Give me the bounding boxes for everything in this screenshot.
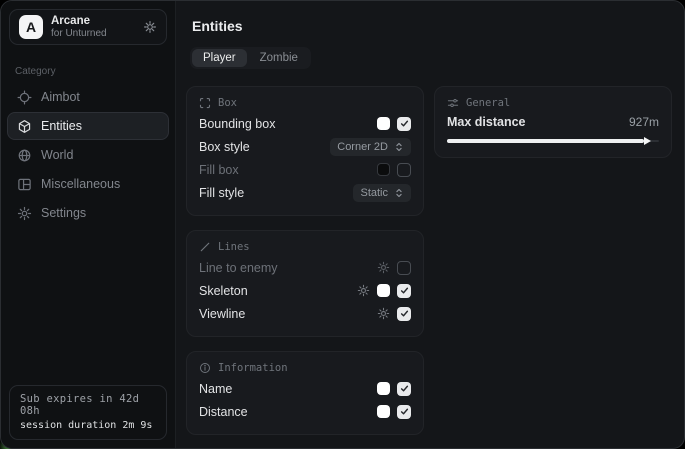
sidebar-item-label: Miscellaneous	[41, 177, 120, 191]
sliders-icon	[447, 97, 459, 109]
information-panel: Information Name Dis	[186, 351, 424, 435]
name-checkbox[interactable]	[397, 382, 411, 396]
left-column: Box Bounding box Box	[186, 86, 424, 435]
main-content: Entities Player Zombie	[176, 1, 684, 448]
unfold-icon	[394, 142, 404, 152]
fill-box-color-swatch[interactable]	[377, 163, 390, 176]
globe-icon	[17, 148, 32, 163]
bounding-box-label: Bounding box	[199, 117, 377, 131]
max-distance-slider[interactable]	[447, 136, 659, 146]
app-subtitle: for Unturned	[51, 28, 107, 41]
skeleton-color-swatch[interactable]	[377, 284, 390, 297]
skeleton-checkbox[interactable]	[397, 284, 411, 298]
bounding-box-color-swatch[interactable]	[377, 117, 390, 130]
box-style-label: Box style	[199, 140, 330, 154]
distance-color-swatch[interactable]	[377, 405, 390, 418]
line-to-enemy-settings-icon[interactable]	[377, 261, 390, 274]
max-distance-row: Max distance 927m	[447, 115, 659, 129]
header-gear-icon[interactable]	[143, 20, 157, 34]
diagonal-line-icon	[199, 241, 211, 253]
settings-columns: Box Bounding box Box	[186, 86, 672, 435]
distance-label: Distance	[199, 405, 377, 419]
general-panel-header: General	[447, 97, 659, 109]
entity-tabs: Player Zombie	[190, 47, 311, 69]
app-header-card: A Arcane for Unturned	[9, 9, 167, 45]
tab-zombie[interactable]: Zombie	[249, 49, 309, 67]
box-style-value: Corner 2D	[337, 141, 388, 153]
viewline-checkbox[interactable]	[397, 307, 411, 321]
fill-box-checkbox[interactable]	[397, 163, 411, 177]
lines-panel-header: Lines	[199, 241, 411, 253]
line-to-enemy-checkbox[interactable]	[397, 261, 411, 275]
name-row: Name	[199, 377, 411, 400]
distance-row: Distance	[199, 400, 411, 423]
fill-box-label: Fill box	[199, 163, 377, 177]
fill-box-row: Fill box	[199, 158, 411, 181]
skeleton-row: Skeleton	[199, 279, 411, 302]
tab-player[interactable]: Player	[192, 49, 247, 67]
app-title: Arcane	[51, 14, 107, 28]
crosshair-icon	[17, 90, 32, 105]
lines-panel: Lines Line to enemy	[186, 230, 424, 337]
sidebar-item-settings[interactable]: Settings	[7, 199, 169, 227]
viewline-row: Viewline	[199, 302, 411, 325]
slider-fill	[447, 139, 644, 143]
max-distance-value: 927m	[629, 115, 659, 129]
skeleton-label: Skeleton	[199, 284, 357, 298]
sidebar-item-miscellaneous[interactable]: Miscellaneous	[7, 170, 169, 198]
category-label: Category	[15, 66, 161, 77]
information-panel-header: Information	[199, 362, 411, 374]
sidebar-item-entities[interactable]: Entities	[7, 112, 169, 140]
sidebar-item-aimbot[interactable]: Aimbot	[7, 83, 169, 111]
information-panel-title: Information	[218, 362, 288, 374]
bounding-box-row: Bounding box	[199, 112, 411, 135]
name-color-swatch[interactable]	[377, 382, 390, 395]
sidebar-item-label: World	[41, 148, 73, 162]
fill-style-label: Fill style	[199, 186, 353, 200]
lines-panel-title: Lines	[218, 241, 250, 253]
grid-icon	[17, 177, 32, 192]
viewline-settings-icon[interactable]	[377, 307, 390, 320]
app-window: A Arcane for Unturned Category	[0, 0, 685, 449]
general-panel: General Max distance 927m	[434, 86, 672, 158]
app-logo: A	[19, 15, 43, 39]
bounding-box-checkbox[interactable]	[397, 117, 411, 131]
subscription-status-card: Sub expires in 42d 08h session duration …	[9, 385, 167, 440]
slider-thumb[interactable]	[644, 137, 651, 145]
unfold-icon	[394, 188, 404, 198]
box-panel: Box Bounding box Box	[186, 86, 424, 216]
sub-expires-text: Sub expires in 42d 08h	[20, 393, 156, 417]
skeleton-settings-icon[interactable]	[357, 284, 370, 297]
cube-icon	[17, 119, 32, 134]
box-corners-icon	[199, 97, 211, 109]
sidebar-item-label: Aimbot	[41, 90, 80, 104]
sidebar-nav: Aimbot Entities	[1, 83, 175, 227]
line-to-enemy-label: Line to enemy	[199, 261, 377, 275]
desktop: A Arcane for Unturned Category	[0, 0, 685, 449]
sidebar-item-label: Settings	[41, 206, 86, 220]
box-panel-title: Box	[218, 97, 237, 109]
app-title-block: Arcane for Unturned	[51, 14, 107, 41]
sidebar-item-world[interactable]: World	[7, 141, 169, 169]
info-icon	[199, 362, 211, 374]
max-distance-label: Max distance	[447, 115, 526, 129]
box-style-row: Box style Corner 2D	[199, 135, 411, 158]
box-style-select[interactable]: Corner 2D	[330, 138, 411, 156]
gear-icon	[17, 206, 32, 221]
fill-style-row: Fill style Static	[199, 181, 411, 204]
name-label: Name	[199, 382, 377, 396]
viewline-label: Viewline	[199, 307, 377, 321]
distance-checkbox[interactable]	[397, 405, 411, 419]
fill-style-value: Static	[360, 187, 388, 199]
session-duration-text: session duration 2m 9s	[20, 420, 156, 431]
page-title: Entities	[192, 18, 672, 34]
line-to-enemy-row: Line to enemy	[199, 256, 411, 279]
box-panel-header: Box	[199, 97, 411, 109]
right-column: General Max distance 927m	[434, 86, 672, 158]
general-panel-title: General	[466, 97, 510, 109]
sidebar-item-label: Entities	[41, 119, 82, 133]
fill-style-select[interactable]: Static	[353, 184, 411, 202]
sidebar: A Arcane for Unturned Category	[1, 1, 176, 448]
